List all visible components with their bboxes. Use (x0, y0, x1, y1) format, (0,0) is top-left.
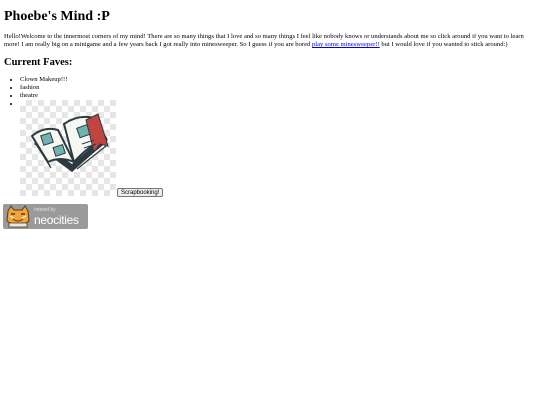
minesweeper-link[interactable]: play some minesweeper!! (312, 41, 380, 48)
scrapbooking-button[interactable]: Scrapbooking! (117, 188, 164, 197)
page-title: Phoebe's Mind :P (4, 9, 110, 24)
list-item: Clown Makeup!!! (20, 76, 67, 84)
list-item-scrapbooking: Scrapbooking! (20, 100, 164, 197)
list-item: fashion (20, 84, 67, 92)
list-item: theatre (20, 92, 67, 100)
neocities-badge[interactable]: hosted by neocities (3, 204, 88, 229)
neocities-cat-icon (5, 205, 31, 229)
badge-name: neocities (34, 213, 79, 227)
intro-paragraph: Hello!Welcome to the innermost corners o… (4, 33, 536, 50)
open-book-icon (20, 100, 116, 196)
faves-list: Clown Makeup!!! fashion theatre (20, 76, 164, 197)
intro-text-after: but I would love if you wanted to stick … (379, 41, 508, 49)
faves-heading: Current Faves: (4, 57, 73, 68)
